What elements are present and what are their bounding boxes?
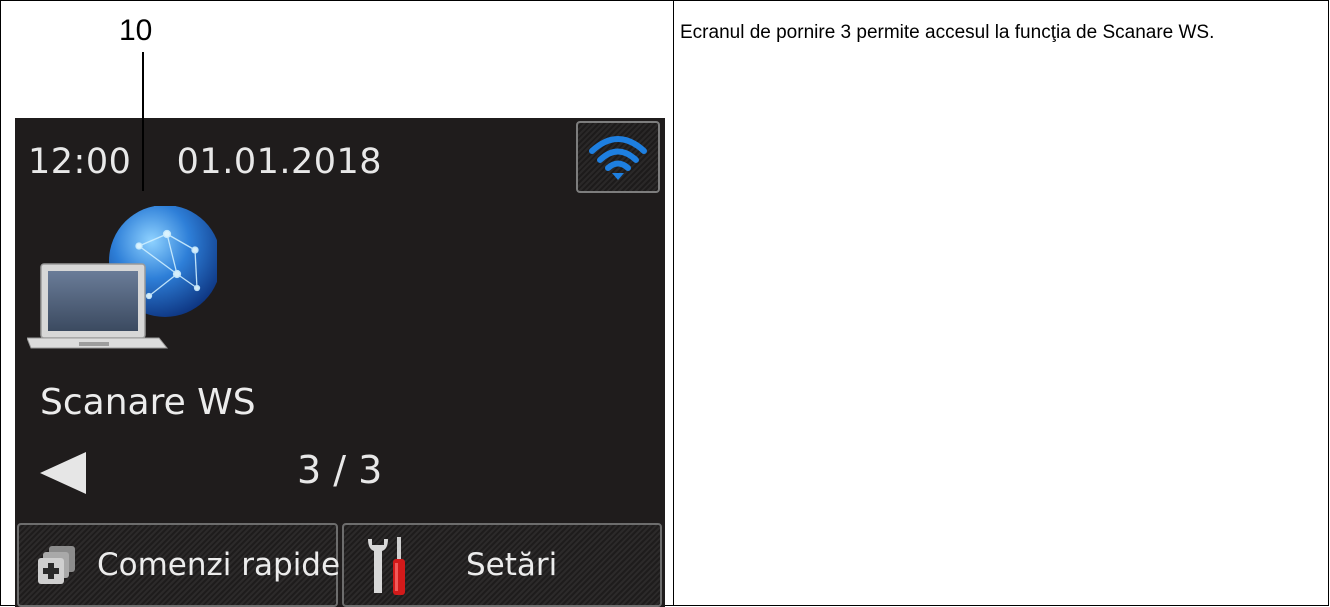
- left-arrow-icon: [40, 452, 86, 494]
- callout-number: 10: [119, 14, 153, 47]
- date-display: 01.01.2018: [176, 142, 383, 182]
- wifi-status-button[interactable]: [576, 121, 660, 193]
- time-display: 12:00: [28, 142, 132, 182]
- app-label: Scanare WS: [40, 382, 256, 423]
- page-indicator: 3 / 3: [297, 448, 383, 492]
- previous-page-button[interactable]: [37, 450, 89, 501]
- laptop-globe-icon: [26, 205, 221, 349]
- settings-button[interactable]: Setări: [342, 523, 662, 607]
- description-text: Ecranul de pornire 3 permite accesul la …: [680, 22, 1215, 43]
- settings-label: Setări: [466, 547, 558, 583]
- scan-ws-app-button[interactable]: [26, 205, 221, 361]
- touchscreen-home-3: 12:00 01.01.2018 Scanare WS 3 / 3 Comenz…: [15, 118, 665, 607]
- shortcuts-button[interactable]: Comenzi rapide: [17, 523, 341, 607]
- datetime: 12:00 01.01.2018: [28, 142, 382, 182]
- column-divider: [673, 0, 674, 606]
- wifi-icon: [589, 136, 647, 180]
- shortcuts-label: Comenzi rapide: [97, 547, 341, 583]
- callout-line: [142, 52, 144, 191]
- wrench-screwdriver-icon: [368, 537, 405, 595]
- shortcuts-plus-icon: [38, 546, 75, 584]
